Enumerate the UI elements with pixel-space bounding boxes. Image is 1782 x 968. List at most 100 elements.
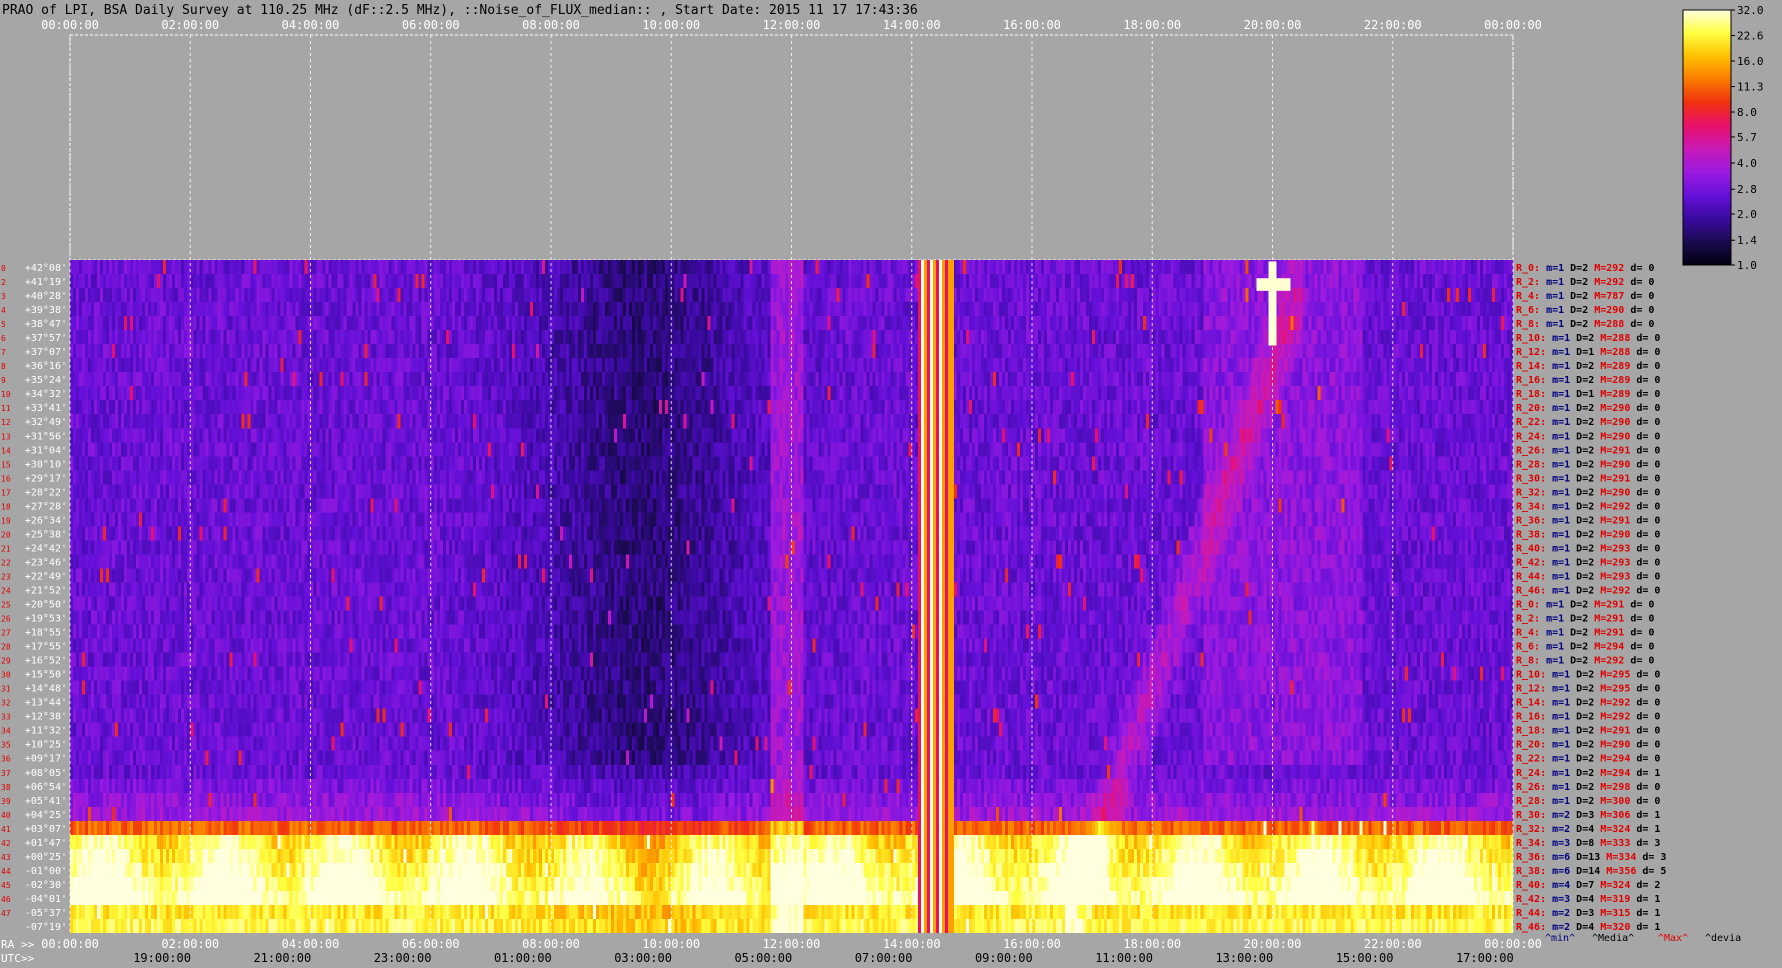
- stat-row: R_12: m=1 D=2 M=295 d= 0: [1516, 684, 1660, 695]
- colorbar-label: 8.0: [1737, 106, 1757, 119]
- beam-index-label: 44: [1, 867, 11, 876]
- declination-label: +23°46': [25, 557, 67, 568]
- stat-row: R_46: m=1 D=2 M=292 d= 0: [1516, 585, 1660, 596]
- utc-axis-label: 23:00:00: [374, 951, 432, 965]
- stat-M: M=288: [1594, 319, 1624, 330]
- stat-D: D=2: [1576, 417, 1594, 428]
- stat-row: R_34: m=1 D=2 M=292 d= 0: [1516, 501, 1660, 512]
- utc-axis-label: 11:00:00: [1095, 951, 1153, 965]
- stat-d: d= 0: [1630, 277, 1654, 288]
- declination-label: +20°50': [25, 600, 67, 611]
- stat-m: m=1: [1552, 571, 1570, 582]
- stat-row: R_2: m=1 D=2 M=292 d= 0: [1516, 277, 1654, 288]
- declination-label: +36°16': [25, 361, 67, 372]
- stat-M: M=324: [1600, 824, 1630, 835]
- beam-index-label: 20: [1, 530, 11, 539]
- stat-r: R_10:: [1516, 333, 1546, 344]
- stat-d: d= 0: [1636, 543, 1660, 554]
- stat-M: M=292: [1600, 698, 1630, 709]
- stat-row: R_30: m=1 D=2 M=291 d= 0: [1516, 473, 1660, 484]
- survey-viewer: PRAO of LPI, BSA Daily Survey at 110.25 …: [0, 0, 1782, 968]
- stat-row: R_18: m=1 D=1 M=289 d= 0: [1516, 389, 1660, 400]
- stat-d: d= 3: [1636, 838, 1660, 849]
- declination-label: +40°28': [25, 291, 67, 302]
- plot-frame-top: [69, 34, 1514, 261]
- stat-D: D=2: [1576, 487, 1594, 498]
- stat-d: d= 0: [1636, 487, 1660, 498]
- stat-m: m=1: [1552, 403, 1570, 414]
- stat-M: M=292: [1594, 263, 1624, 274]
- stat-r: R_38:: [1516, 866, 1546, 877]
- stat-D: D=2: [1576, 768, 1594, 779]
- declination-label: +18°55': [25, 628, 67, 639]
- stat-M: M=292: [1600, 585, 1630, 596]
- stat-r: R_40:: [1516, 880, 1546, 891]
- stat-row: R_36: m=6 D=13 M=334 d= 3: [1516, 852, 1666, 863]
- stat-m: m=6: [1552, 866, 1570, 877]
- stat-M: M=293: [1600, 557, 1630, 568]
- stat-M: M=306: [1600, 810, 1630, 821]
- stat-D: D=2: [1576, 459, 1594, 470]
- colorbar-label: 22.6: [1737, 30, 1764, 43]
- beam-index-label: 27: [1, 629, 11, 638]
- declination-label: +16°52': [25, 656, 67, 667]
- stat-row: R_46: m=2 D=4 M=320 d= 1: [1516, 922, 1660, 933]
- stat-row: R_12: m=1 D=1 M=288 d= 0: [1516, 347, 1660, 358]
- stat-M: M=290: [1600, 403, 1630, 414]
- stat-D: D=2: [1576, 501, 1594, 512]
- stat-d: d= 0: [1630, 642, 1654, 653]
- stat-d: d= 0: [1636, 417, 1660, 428]
- declination-label: +41°19': [25, 277, 67, 288]
- top-time-label: 00:00:00: [41, 18, 99, 32]
- stats-legend-label: ^Media^: [1592, 933, 1634, 944]
- stat-D: D=13: [1576, 852, 1600, 863]
- stat-d: d= 0: [1636, 529, 1660, 540]
- stat-row: R_44: m=1 D=2 M=293 d= 0: [1516, 571, 1660, 582]
- stat-D: D=2: [1576, 782, 1594, 793]
- stat-D: D=3: [1576, 810, 1594, 821]
- stat-r: R_12:: [1516, 684, 1546, 695]
- utc-axis-label: 05:00:00: [734, 951, 792, 965]
- top-time-label: 12:00:00: [763, 18, 821, 32]
- declination-label: +39°38': [25, 305, 67, 316]
- stat-r: R_40:: [1516, 543, 1546, 554]
- stat-M: M=290: [1600, 740, 1630, 751]
- utc-axis-label: 19:00:00: [133, 951, 191, 965]
- stat-m: m=1: [1546, 277, 1564, 288]
- stat-d: d= 0: [1636, 712, 1660, 723]
- stat-d: d= 1: [1636, 908, 1660, 919]
- beam-index-label: 47: [1, 909, 11, 918]
- beam-index-label: 22: [1, 558, 11, 567]
- stat-r: R_24:: [1516, 431, 1546, 442]
- declination-label: +38°47': [25, 319, 67, 330]
- declination-label: -01°00': [25, 866, 67, 877]
- stat-M: M=295: [1600, 684, 1630, 695]
- stat-d: d= 0: [1636, 431, 1660, 442]
- stat-m: m=2: [1552, 922, 1570, 933]
- stat-row: R_4: m=1 D=2 M=787 d= 0: [1516, 291, 1654, 302]
- ra-axis-label: 12:00:00: [763, 937, 821, 951]
- beam-index-label: 42: [1, 839, 11, 848]
- colorbar-label: 16.0: [1737, 55, 1764, 68]
- stat-d: d= 0: [1636, 375, 1660, 386]
- stat-r: R_6:: [1516, 642, 1540, 653]
- declination-label: +27°28': [25, 501, 67, 512]
- stat-d: d= 0: [1636, 684, 1660, 695]
- bright-source-v: [1268, 261, 1277, 346]
- stat-m: m=1: [1546, 263, 1564, 274]
- stat-M: M=290: [1594, 305, 1624, 316]
- stat-m: m=1: [1552, 333, 1570, 344]
- stat-d: d= 0: [1636, 445, 1660, 456]
- beam-index-label: 37: [1, 769, 11, 778]
- ra-axis-label: 14:00:00: [883, 937, 941, 951]
- utc-axis-prefix: UTC>>: [1, 952, 34, 965]
- stats-legend-label: ^Max^: [1658, 933, 1688, 944]
- stat-d: d= 0: [1630, 319, 1654, 330]
- declination-label: +13°44': [25, 698, 67, 709]
- stat-m: m=3: [1552, 894, 1570, 905]
- colorbar-label: 1.0: [1737, 259, 1757, 272]
- stat-m: m=1: [1552, 445, 1570, 456]
- stat-m: m=2: [1552, 908, 1570, 919]
- stat-d: d= 0: [1630, 656, 1654, 667]
- stat-r: R_32:: [1516, 487, 1546, 498]
